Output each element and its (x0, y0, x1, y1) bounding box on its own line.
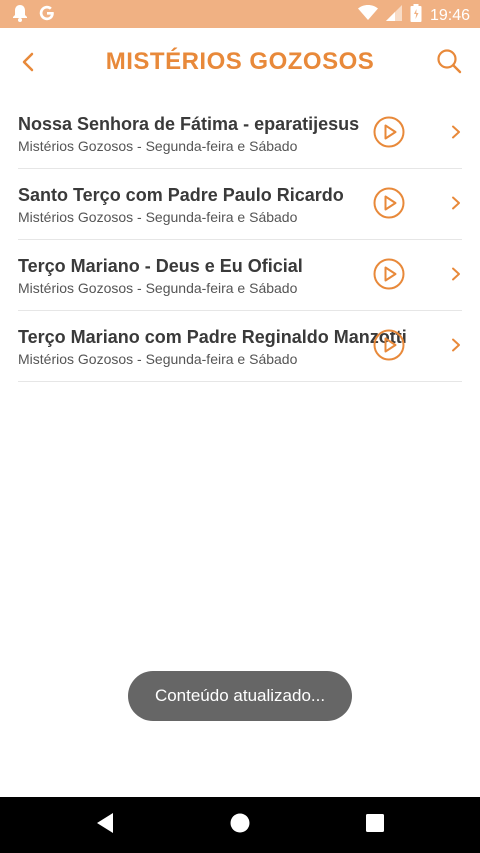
list-item-subtitle: Mistérios Gozosos - Segunda-feira e Sába… (18, 280, 298, 296)
video-list: Nossa Senhora de Fátima - eparatijesus M… (18, 98, 462, 382)
play-icon[interactable] (373, 329, 405, 361)
list-item[interactable]: Terço Mariano - Deus e Eu Oficial Mistér… (18, 240, 462, 311)
page-title: MISTÉRIOS GOZOSOS (105, 48, 375, 75)
nav-home-button[interactable] (228, 813, 252, 837)
notification-bell-icon (12, 4, 28, 27)
chevron-right-icon (450, 338, 462, 352)
back-triangle-icon (95, 812, 115, 839)
list-item-title: Terço Mariano - Deus e Eu Oficial (18, 256, 303, 276)
list-item-subtitle: Mistérios Gozosos - Segunda-feira e Sába… (18, 351, 298, 367)
list-item-title: Terço Mariano com Padre Reginaldo Manzot… (18, 327, 407, 347)
toast-message: Conteúdo atualizado... (128, 671, 352, 721)
chevron-right-icon (450, 196, 462, 210)
list-item[interactable]: Santo Terço com Padre Paulo Ricardo Mist… (18, 169, 462, 240)
google-icon (38, 4, 56, 27)
play-icon[interactable] (373, 258, 405, 290)
list-item[interactable]: Nossa Senhora de Fátima - eparatijesus M… (18, 98, 462, 169)
list-item-title: Nossa Senhora de Fátima - eparatijesus (18, 114, 360, 134)
chevron-right-icon (450, 125, 462, 139)
status-bar: 19:46 (0, 0, 480, 28)
signal-icon (385, 5, 402, 26)
play-icon[interactable] (373, 187, 405, 219)
system-nav-bar (0, 797, 480, 853)
list-item-subtitle: Mistérios Gozosos - Segunda-feira e Sába… (18, 138, 298, 154)
recents-square-icon (365, 813, 385, 838)
wifi-icon (357, 5, 378, 26)
battery-icon (410, 4, 422, 27)
home-circle-icon (229, 812, 251, 839)
nav-back-button[interactable] (93, 812, 117, 839)
play-icon[interactable] (373, 116, 405, 148)
list-item-title: Santo Terço com Padre Paulo Ricardo (18, 185, 344, 205)
status-time: 19:46 (429, 6, 470, 24)
list-item-subtitle: Mistérios Gozosos - Segunda-feira e Sába… (18, 209, 298, 225)
list-item[interactable]: Terço Mariano com Padre Reginaldo Manzot… (18, 311, 462, 382)
nav-recents-button[interactable] (363, 813, 387, 837)
app-header: MISTÉRIOS GOZOSOS (0, 28, 480, 98)
search-icon (436, 48, 462, 79)
search-button[interactable] (432, 46, 466, 80)
chevron-right-icon (450, 267, 462, 281)
